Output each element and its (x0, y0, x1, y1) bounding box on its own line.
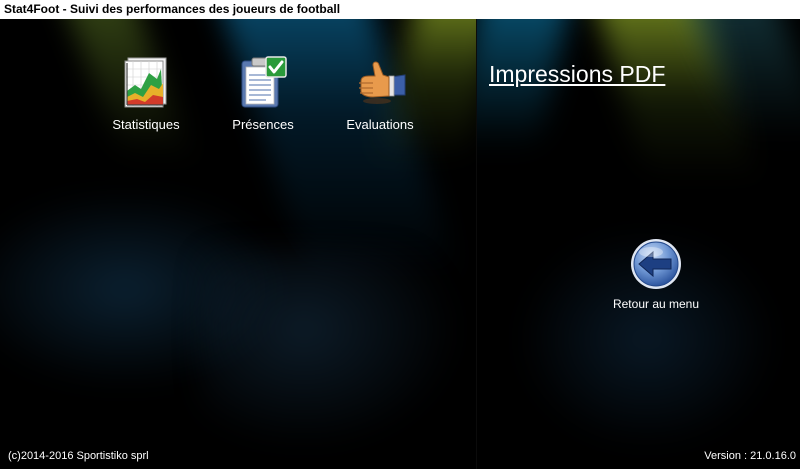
window-title: Stat4Foot - Suivi des performances des j… (0, 0, 800, 19)
evaluations-button[interactable]: Evaluations (325, 55, 435, 132)
back-to-menu-button[interactable]: Retour au menu (597, 237, 715, 311)
impressions-pdf-link[interactable]: Impressions PDF (489, 61, 665, 88)
thumbs-up-icon (359, 61, 406, 104)
menu-pane: Statistiques Présences Evaluations (0, 19, 476, 469)
copyright-text: (c)2014-2016 Sportistiko sprl (8, 450, 149, 462)
pdf-pane: Impressions PDF Retour au menu (476, 19, 800, 469)
evaluations-label: Evaluations (346, 117, 414, 132)
presences-button[interactable]: Présences (208, 55, 318, 132)
back-to-menu-label: Retour au menu (612, 297, 700, 311)
statistics-chart-icon (124, 57, 167, 108)
attendance-clipboard-icon (241, 56, 287, 108)
main-stage: Statistiques Présences Evaluations Impre… (0, 19, 800, 469)
statistiques-label: Statistiques (112, 117, 180, 132)
back-arrow-icon (631, 239, 681, 289)
version-text: Version : 21.0.16.0 (704, 450, 796, 462)
presences-label: Présences (232, 117, 294, 132)
statistiques-button[interactable]: Statistiques (91, 55, 201, 132)
